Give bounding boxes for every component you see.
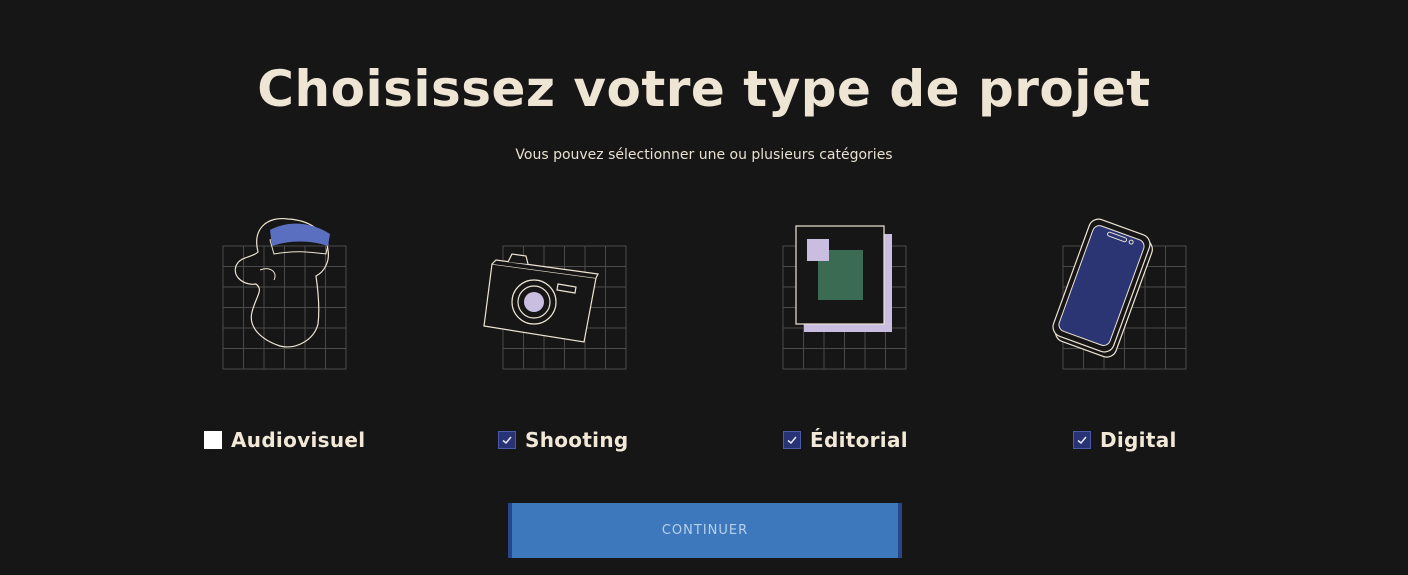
digital-checkbox[interactable]: [1073, 431, 1091, 449]
continue-button[interactable]: CONTINUER: [508, 503, 902, 558]
smartphone-illustration: [1052, 218, 1187, 370]
option-label: Éditorial: [810, 428, 908, 452]
option-audiovisuel[interactable]: Audiovisuel: [204, 428, 365, 452]
shooting-checkbox[interactable]: [498, 431, 516, 449]
option-digital[interactable]: Digital: [1073, 428, 1177, 452]
page-title: Choisissez votre type de projet: [257, 60, 1151, 118]
option-label: Audiovisuel: [231, 428, 366, 452]
checkmark-icon: [502, 436, 512, 445]
page-subtitle: Vous pouvez sélectionner une ou plusieur…: [515, 147, 893, 163]
editorial-checkbox[interactable]: [783, 431, 801, 449]
checkmark-icon: [1077, 436, 1087, 445]
audiovisuel-checkbox[interactable]: [204, 431, 222, 449]
statue-head-illustration: [222, 217, 347, 370]
option-label: Digital: [1100, 428, 1177, 452]
camera-illustration: [483, 245, 627, 370]
option-shooting[interactable]: Shooting: [498, 428, 629, 452]
option-editorial[interactable]: Éditorial: [783, 428, 908, 452]
checkmark-icon: [787, 436, 797, 445]
option-label: Shooting: [525, 428, 629, 452]
documents-illustration: [782, 225, 907, 370]
